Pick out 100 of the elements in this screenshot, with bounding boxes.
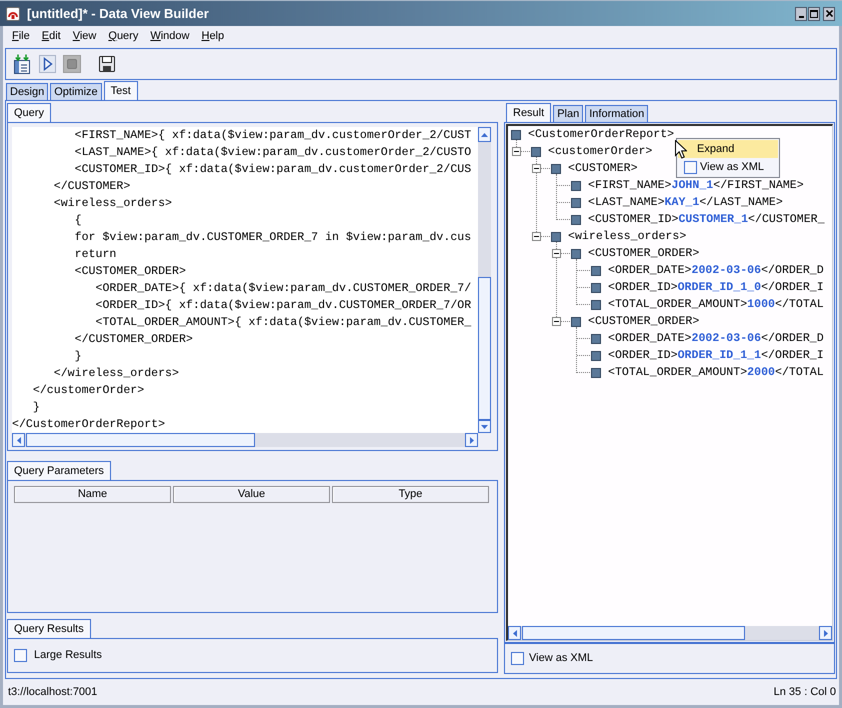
- tree-node-label[interactable]: <CustomerOrderReport>: [528, 128, 674, 141]
- right-arrow-icon: [470, 436, 474, 444]
- horizontal-scrollbar[interactable]: [508, 626, 832, 640]
- tree-node-label[interactable]: <CUSTOMER_ORDER>: [588, 315, 700, 328]
- tab[interactable]: Optimize: [50, 83, 102, 100]
- tree-line: [561, 253, 570, 254]
- menu-item[interactable]: Window: [146, 28, 194, 44]
- menu-item[interactable]: View: [68, 28, 100, 44]
- code-line: </CUSTOMER_ORDER>: [74, 332, 193, 348]
- checkbox[interactable]: [14, 649, 27, 662]
- tab[interactable]: Query Results: [7, 619, 91, 638]
- code-line: <CUSTOMER_ID>{ xf:data($view:param_dv.customerOrder_2/CUS: [74, 162, 472, 178]
- collapse-icon[interactable]: [552, 317, 561, 326]
- node-icon: [591, 282, 601, 292]
- tab[interactable]: Plan: [553, 105, 584, 122]
- node-icon: [511, 130, 521, 140]
- vertical-scrollbar[interactable]: [478, 127, 491, 433]
- node-icon: [571, 316, 581, 326]
- menu-item[interactable]: View as XML: [678, 158, 778, 176]
- tree-node-label[interactable]: <CUSTOMER_ID>CUSTOMER_1</CUSTOMER_: [588, 213, 825, 226]
- node-icon: [591, 368, 601, 378]
- connection-status: t3://localhost:7001: [8, 684, 98, 700]
- code-line: <LAST_NAME>{ xf:data($view:param_dv.customerOrder_2/CUSTO: [74, 145, 472, 161]
- code-line: for $view:param_dv.CUSTOMER_ORDER_7 in $view:param_dv.cus: [74, 230, 472, 246]
- maximize-button[interactable]: [808, 6, 820, 20]
- scroll-right-button[interactable]: [819, 626, 832, 640]
- menu-item[interactable]: Query: [104, 28, 142, 44]
- minimize-button[interactable]: [795, 6, 807, 20]
- scroll-left-button[interactable]: [508, 626, 521, 640]
- tree-node-label[interactable]: <FIRST_NAME>JOHN_1</FIRST_NAME>: [588, 179, 804, 192]
- column-header[interactable]: Type: [332, 486, 489, 503]
- column-header[interactable]: Value: [173, 486, 330, 503]
- code-line: </customerOrder>: [32, 383, 144, 399]
- horizontal-scrollbar[interactable]: [12, 433, 478, 447]
- code-line: return: [74, 247, 116, 263]
- left-arrow-icon: [16, 436, 20, 444]
- tree-node-label[interactable]: <CUSTOMER>: [568, 162, 638, 175]
- code-line: <CUSTOMER_ORDER>: [74, 264, 186, 280]
- tree-node-label[interactable]: <ORDER_ID>ORDER_ID_1_1</ORDER_I: [608, 349, 824, 362]
- collapse-icon[interactable]: [552, 249, 561, 258]
- collapse-icon[interactable]: [532, 164, 541, 173]
- node-icon: [531, 146, 541, 156]
- minimize-icon: [798, 16, 804, 18]
- scroll-down-button[interactable]: [478, 420, 491, 433]
- tab[interactable]: Query: [7, 103, 51, 122]
- tab[interactable]: Query Parameters: [7, 461, 111, 480]
- checkbox[interactable]: [511, 652, 524, 665]
- code-line: <FIRST_NAME>{ xf:data($view:param_dv.customerOrder_2/CUST: [74, 128, 472, 144]
- menu-item[interactable]: File: [8, 28, 34, 44]
- node-icon: [551, 232, 561, 242]
- up-arrow-icon: [481, 132, 488, 136]
- tree-node-label[interactable]: <TOTAL_ORDER_AMOUNT>2000</TOTAL: [608, 366, 824, 379]
- scrollbar-thumb[interactable]: [478, 277, 491, 420]
- tree-node-label[interactable]: <ORDER_ID>ORDER_ID_1_0</ORDER_I: [608, 281, 824, 294]
- node-icon: [571, 198, 581, 208]
- code-line: </CUSTOMER>: [52, 179, 130, 195]
- import-button[interactable]: [11, 53, 33, 75]
- tab[interactable]: Information: [585, 105, 648, 122]
- collapse-icon[interactable]: [512, 147, 521, 156]
- menu-item[interactable]: Expand: [678, 140, 778, 158]
- collapse-icon[interactable]: [532, 232, 541, 241]
- tree-line: [516, 140, 517, 147]
- save-button[interactable]: [96, 53, 118, 75]
- tree-node-label[interactable]: <TOTAL_ORDER_AMOUNT>1000</TOTAL: [608, 298, 824, 311]
- menu-item[interactable]: Help: [197, 28, 228, 44]
- tree-node-label[interactable]: <ORDER_DATE>2002-03-06</ORDER_D: [608, 264, 824, 277]
- node-icon: [591, 266, 601, 276]
- node-icon: [551, 164, 561, 174]
- close-button[interactable]: [823, 6, 835, 20]
- menu-item[interactable]: Edit: [38, 28, 65, 44]
- scroll-right-button[interactable]: [465, 433, 478, 447]
- tree-line: [561, 321, 570, 322]
- scroll-up-button[interactable]: [478, 127, 491, 142]
- checkbox[interactable]: [684, 160, 697, 174]
- checkbox-label: View as XML: [529, 651, 593, 666]
- scroll-left-button[interactable]: [12, 433, 25, 447]
- scrollbar-thumb[interactable]: [522, 626, 745, 640]
- scrollbar-thumb[interactable]: [26, 433, 255, 447]
- node-icon: [591, 300, 601, 310]
- run-button[interactable]: [36, 53, 58, 75]
- node-icon: [571, 180, 581, 190]
- close-icon: [826, 10, 832, 17]
- code-line: </CustomerOrderReport>: [12, 417, 166, 433]
- tree-node-label[interactable]: <ORDER_DATE>2002-03-06</ORDER_D: [608, 332, 824, 345]
- tab[interactable]: Result: [506, 103, 552, 122]
- tab[interactable]: Design: [6, 83, 48, 100]
- tab[interactable]: Test: [104, 81, 138, 100]
- node-icon: [571, 248, 581, 258]
- code-line: <ORDER_DATE>{ xf:data($view:param_dv.CUSTOMER_ORDER_7/: [94, 281, 472, 297]
- tree-node-label[interactable]: <CUSTOMER_ORDER>: [588, 247, 700, 260]
- column-header[interactable]: Name: [14, 486, 171, 503]
- tree-node-label[interactable]: <customerOrder>: [548, 145, 652, 158]
- tree-line: [541, 236, 550, 237]
- code-line: }: [32, 400, 40, 416]
- code-line: {: [74, 213, 82, 229]
- tree-node-label[interactable]: <wireless_orders>: [568, 230, 686, 243]
- document-arrows-icon: [13, 54, 31, 74]
- code-line: </wireless_orders>: [52, 366, 179, 382]
- maximize-icon: [810, 10, 818, 18]
- tree-node-label[interactable]: <LAST_NAME>KAY_1</LAST_NAME>: [588, 196, 783, 209]
